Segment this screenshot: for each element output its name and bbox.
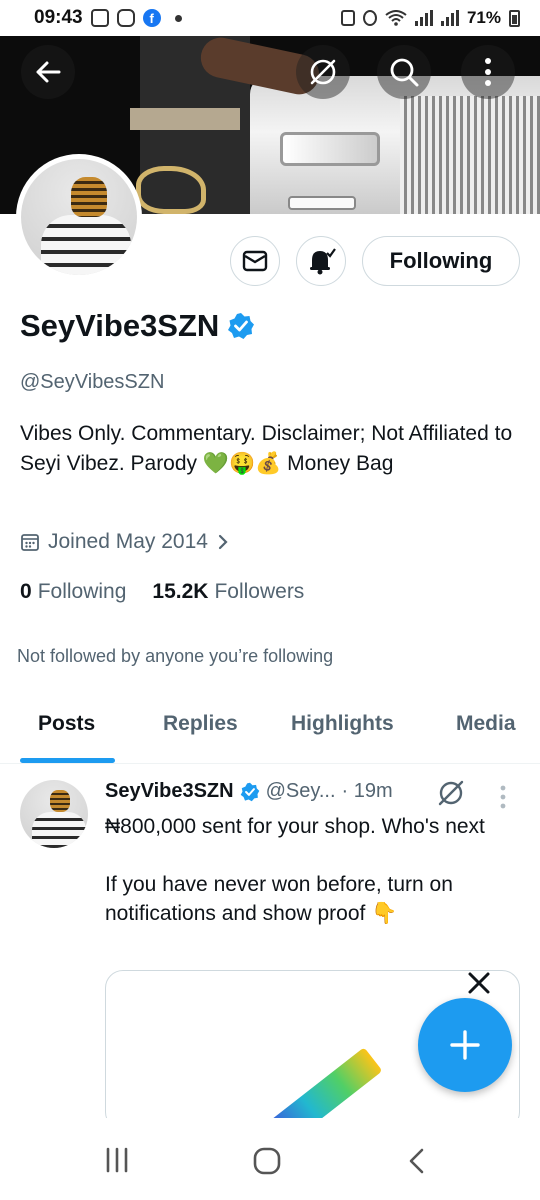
joined-row[interactable]: Joined May 2014 xyxy=(20,530,230,554)
active-tab-indicator xyxy=(20,758,115,763)
avatar-hair xyxy=(71,177,107,217)
post-verified-badge-icon xyxy=(240,782,259,801)
battery-icon xyxy=(509,9,520,27)
display-name-row: SeyVibe3SZN xyxy=(20,308,255,344)
banner-chain xyxy=(136,166,206,214)
signal-icon xyxy=(414,10,433,26)
following-label: Following xyxy=(37,580,127,603)
tab-replies[interactable]: Replies xyxy=(163,712,238,736)
following-button[interactable]: Following xyxy=(362,236,520,286)
plus-icon xyxy=(450,1030,480,1060)
avatar-image xyxy=(21,159,137,275)
post-avatar-shirt xyxy=(32,812,86,848)
following-count: 0 xyxy=(20,580,32,603)
banner-headlamp xyxy=(280,132,380,166)
grok-icon xyxy=(310,59,336,85)
avatar-shirt xyxy=(41,215,131,275)
post-header: SeyVibe3SZN @Sey... · 19m xyxy=(105,780,393,803)
compose-button[interactable] xyxy=(418,998,512,1092)
more-options-button[interactable] xyxy=(461,45,515,99)
tab-media[interactable]: Media xyxy=(456,712,516,736)
calendar-icon xyxy=(21,534,39,551)
back-button[interactable] xyxy=(21,45,75,99)
followers-label: Followers xyxy=(214,580,305,603)
notifications-button[interactable] xyxy=(296,236,346,286)
signal-2-icon xyxy=(440,10,459,26)
wifi-icon xyxy=(385,10,407,26)
mail-icon xyxy=(242,250,268,272)
post-text: ₦800,000 sent for your shop. Who's next … xyxy=(105,815,485,925)
banner-grille xyxy=(400,96,540,214)
status-left: 09:43 f xyxy=(34,7,182,29)
battery-percent: 71% xyxy=(466,8,501,27)
bio: Vibes Only. Commentary. Disclaimer; Not … xyxy=(20,422,513,475)
following-stat[interactable]: 0 Following xyxy=(20,580,126,604)
profile-tabs: Posts Replies Highlights Media xyxy=(0,688,540,764)
back-nav-icon[interactable] xyxy=(405,1146,429,1176)
post-avatar-hair xyxy=(50,790,70,812)
message-button[interactable] xyxy=(230,236,280,286)
status-bar: 09:43 f 71% xyxy=(0,0,540,36)
status-right: 71% xyxy=(340,8,520,28)
facebook-icon: f xyxy=(142,9,161,27)
not-followed-note: Not followed by anyone you’re following xyxy=(17,646,334,666)
more-vertical-icon xyxy=(485,58,491,86)
post-author-name[interactable]: SeyVibe3SZN xyxy=(105,780,234,803)
followers-stat[interactable]: 15.2K Followers xyxy=(152,580,304,604)
banner-belt xyxy=(130,108,240,130)
status-time: 09:43 xyxy=(34,7,83,28)
post-grok-icon[interactable] xyxy=(436,778,466,808)
verified-badge-icon[interactable] xyxy=(227,312,255,340)
post-time[interactable]: · 19m xyxy=(342,780,393,803)
banner-foglamp xyxy=(288,196,356,210)
bell-check-icon xyxy=(310,248,336,275)
joined-date: Joined May 2014 xyxy=(48,530,208,553)
recent-apps-icon[interactable] xyxy=(103,1146,131,1174)
profile-avatar[interactable] xyxy=(16,154,142,280)
display-name: SeyVibe3SZN xyxy=(20,308,220,343)
instagram-icon xyxy=(116,9,135,27)
handle: @SeyVibesSZN xyxy=(20,371,165,393)
close-icon[interactable] xyxy=(466,970,492,996)
search-button[interactable] xyxy=(377,45,431,99)
search-icon xyxy=(390,58,419,87)
lock-icon xyxy=(340,10,355,26)
post-avatar[interactable] xyxy=(20,780,88,848)
home-icon[interactable] xyxy=(252,1146,282,1176)
chevron-right-icon xyxy=(218,534,228,550)
notification-dot-icon xyxy=(174,14,182,22)
gallery-icon xyxy=(90,9,109,27)
alarm-icon xyxy=(362,10,377,26)
post-more-icon[interactable] xyxy=(498,784,508,810)
post-author-handle[interactable]: @Sey... xyxy=(266,780,336,803)
follow-stats: 0 Following 15.2K Followers xyxy=(20,580,304,604)
tab-posts[interactable]: Posts xyxy=(38,712,95,736)
back-arrow-icon xyxy=(36,61,61,83)
followers-count: 15.2K xyxy=(152,580,209,603)
tab-highlights[interactable]: Highlights xyxy=(291,712,394,736)
grok-button[interactable] xyxy=(296,45,350,99)
system-nav-bar xyxy=(0,1118,540,1200)
